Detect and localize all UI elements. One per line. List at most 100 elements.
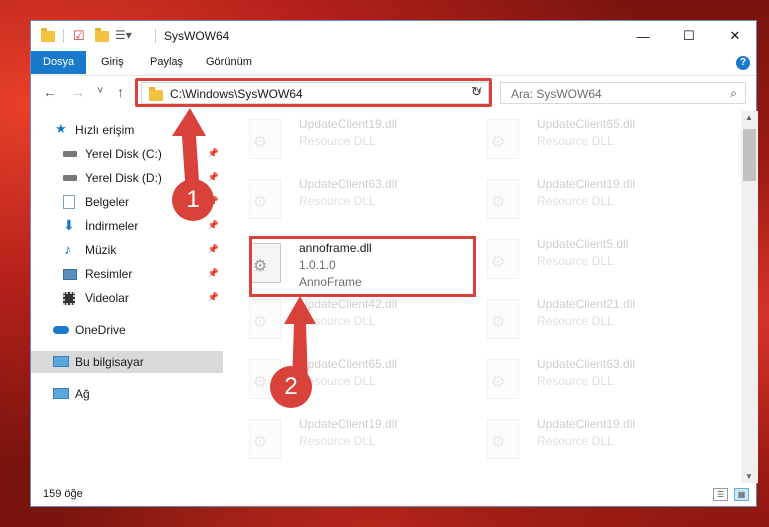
close-button[interactable]: ✕	[712, 21, 758, 51]
file-name: UpdateClient19.dll	[299, 117, 398, 131]
file-description: Resource DLL	[537, 254, 614, 268]
download-icon: ⬇	[63, 217, 75, 233]
minimize-button[interactable]: —	[620, 21, 666, 51]
sidebar-item-onedrive[interactable]: OneDrive	[31, 319, 223, 341]
help-icon[interactable]: ?	[736, 56, 750, 70]
dll-file-icon	[249, 119, 281, 159]
sidebar-item-network[interactable]: Ağ	[31, 383, 223, 405]
file-item[interactable]: UpdateClient65.dll Resource DLL	[465, 115, 685, 171]
file-item[interactable]: UpdateClient63.dll Resource DLL	[227, 175, 447, 231]
tab-file[interactable]: Dosya	[31, 51, 87, 74]
file-name: UpdateClient63.dll	[299, 177, 398, 191]
dll-file-icon	[487, 359, 519, 399]
sidebar-item-videos[interactable]: Videolar 📌	[31, 287, 223, 309]
maximize-button[interactable]: ☐	[666, 21, 712, 51]
divider	[155, 29, 156, 43]
file-description: Resource DLL	[537, 434, 614, 448]
file-item[interactable]: UpdateClient21.dll Resource DLL	[465, 295, 685, 351]
tab-view[interactable]: Görünüm	[194, 51, 264, 74]
sidebar-item-label: Bu bilgisayar	[75, 355, 144, 369]
scroll-up-icon[interactable]: ▲	[745, 113, 753, 122]
pin-icon[interactable]: 📌	[208, 244, 219, 255]
recent-locations-button[interactable]: ˅	[97, 85, 103, 97]
drive-icon	[63, 175, 77, 181]
dll-file-icon	[487, 179, 519, 219]
file-name: UpdateClient19.dll	[537, 177, 636, 191]
ribbon-tabs: Dosya Giriş Paylaş Görünüm ?	[31, 51, 756, 76]
tab-home[interactable]: Giriş	[89, 51, 136, 74]
file-name: UpdateClient5.dll	[537, 237, 629, 251]
file-item[interactable]: UpdateClient19.dll Resource DLL	[227, 115, 447, 171]
status-bar: 159 öğe ☰ ▦	[31, 483, 756, 507]
file-description: Resource DLL	[299, 194, 376, 208]
tiles-view-icon[interactable]: ▦	[734, 488, 749, 501]
computer-icon	[53, 356, 69, 367]
sidebar-item-label: Yerel Disk (D:)	[85, 171, 162, 185]
file-item[interactable]: UpdateClient5.dll Resource DLL	[465, 235, 685, 291]
pin-icon[interactable]: 📌	[208, 268, 219, 279]
customize-toolbar-icon[interactable]: ☰▾	[115, 28, 132, 44]
file-name: UpdateClient65.dll	[537, 117, 636, 131]
file-item[interactable]: UpdateClient42.dll Resource DLL	[227, 295, 447, 351]
dll-file-icon	[249, 179, 281, 219]
network-icon	[53, 388, 69, 399]
sidebar-item-label: Hızlı erişim	[75, 123, 135, 137]
sidebar-item-music[interactable]: ♪ Müzik 📌	[31, 239, 223, 261]
back-button[interactable]: ←	[43, 84, 57, 100]
sidebar-item-label: Müzik	[85, 243, 117, 257]
step-2-badge: 2	[270, 366, 312, 408]
sidebar-item-label: Resimler	[85, 267, 133, 281]
up-button[interactable]: ↑	[117, 84, 124, 100]
sidebar-item-label: Belgeler	[85, 195, 130, 209]
pictures-icon	[63, 269, 77, 280]
forward-button[interactable]: →	[71, 84, 85, 100]
video-icon	[63, 292, 75, 305]
sidebar-item-this-pc[interactable]: Bu bilgisayar	[31, 351, 223, 373]
search-box[interactable]: Ara: SysWOW64 ⌕	[500, 82, 746, 104]
navigation-bar: ← → ˅ ↑ C:\Windows\SysWOW64 ˅ ↻ Ara: Sys…	[31, 76, 756, 110]
step-1-badge: 1	[172, 179, 214, 221]
search-input[interactable]: Ara: SysWOW64	[511, 87, 602, 101]
file-item[interactable]: UpdateClient63.dll Resource DLL	[465, 355, 685, 411]
cloud-icon	[53, 326, 69, 334]
tab-share[interactable]: Paylaş	[138, 51, 195, 74]
music-icon: ♪	[64, 241, 71, 257]
dll-file-icon	[249, 419, 281, 459]
scroll-down-icon[interactable]: ▼	[745, 472, 753, 481]
file-item[interactable]: UpdateClient19.dll Resource DLL	[465, 175, 685, 231]
dll-file-icon	[487, 299, 519, 339]
window-title: SysWOW64	[164, 29, 230, 43]
properties-icon[interactable]: ☑	[73, 28, 85, 44]
dll-file-icon	[487, 419, 519, 459]
folder-icon	[41, 28, 55, 44]
file-description: Resource DLL	[299, 134, 376, 148]
title-bar: ☑ ☰▾ SysWOW64 — ☐ ✕	[31, 21, 756, 51]
file-description: Resource DLL	[537, 134, 614, 148]
star-icon: ★	[55, 121, 67, 136]
file-item[interactable]: UpdateClient19.dll Resource DLL	[465, 415, 685, 471]
vertical-scrollbar[interactable]: ▲ ▼	[741, 111, 758, 483]
sidebar-item-label: Yerel Disk (C:)	[85, 147, 162, 161]
file-name: UpdateClient19.dll	[537, 417, 636, 431]
details-view-icon[interactable]: ☰	[713, 488, 728, 501]
pin-icon[interactable]: 📌	[208, 292, 219, 303]
pin-icon[interactable]: 📌	[208, 220, 219, 231]
file-name: UpdateClient63.dll	[537, 357, 636, 371]
file-item[interactable]: UpdateClient65.dll Resource DLL	[227, 355, 447, 411]
file-name: UpdateClient19.dll	[299, 417, 398, 431]
annotation-highlight-address	[135, 78, 492, 107]
new-folder-icon[interactable]	[95, 28, 109, 44]
file-name: UpdateClient21.dll	[537, 297, 636, 311]
dll-file-icon	[487, 239, 519, 279]
scrollbar-thumb[interactable]	[743, 129, 756, 181]
file-item[interactable]: UpdateClient19.dll Resource DLL	[227, 415, 447, 471]
file-description: Resource DLL	[537, 374, 614, 388]
dll-file-icon	[487, 119, 519, 159]
file-description: Resource DLL	[537, 194, 614, 208]
sidebar-item-label: OneDrive	[75, 323, 126, 337]
search-icon[interactable]: ⌕	[730, 86, 737, 101]
sidebar-item-label: İndirmeler	[85, 219, 139, 233]
item-count: 159 öğe	[43, 488, 83, 500]
file-description: Resource DLL	[537, 314, 614, 328]
sidebar-item-pictures[interactable]: Resimler 📌	[31, 263, 223, 285]
